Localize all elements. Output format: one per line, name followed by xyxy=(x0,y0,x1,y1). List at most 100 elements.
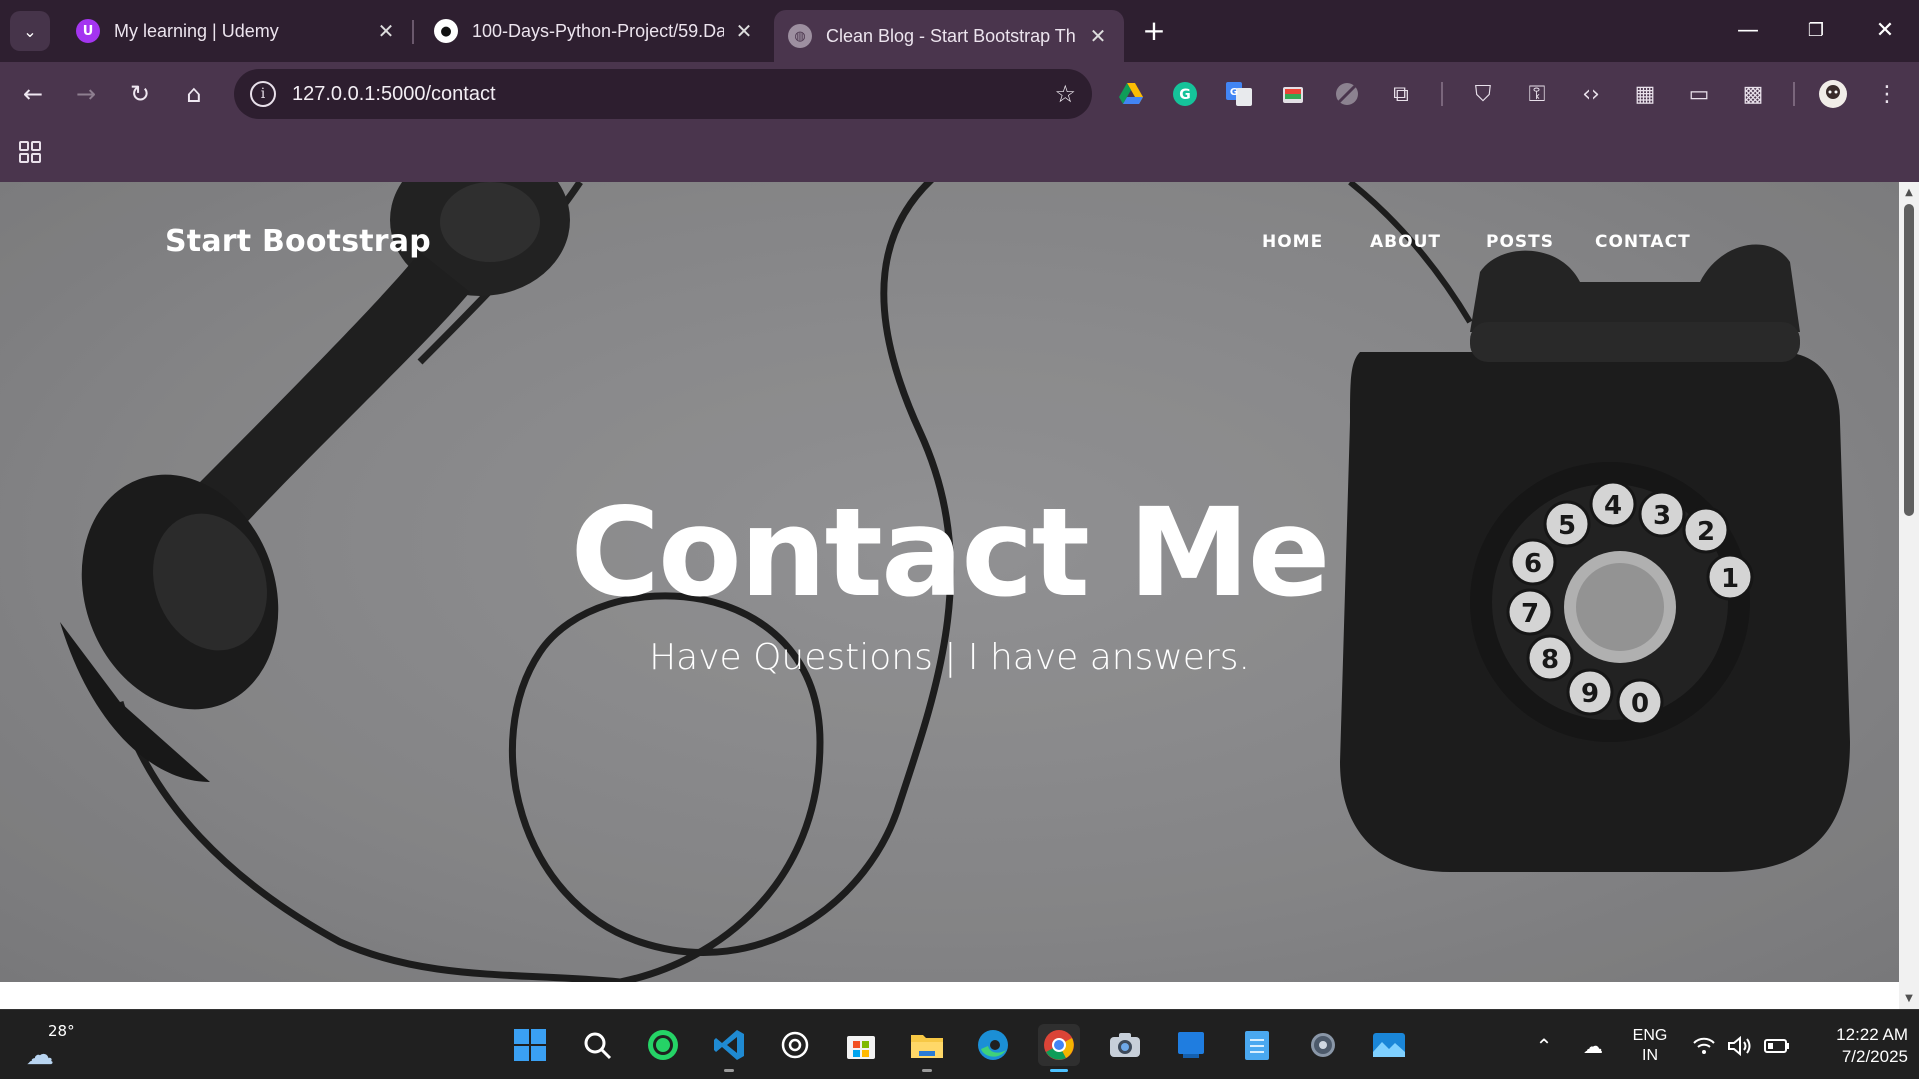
store-icon xyxy=(847,1036,875,1059)
scroll-up-arrow-icon[interactable]: ▲ xyxy=(1903,186,1915,198)
qr-code-icon[interactable]: ▩ xyxy=(1736,77,1770,111)
search-icon xyxy=(584,1032,612,1060)
taskbar-search-button[interactable] xyxy=(576,1024,618,1066)
home-icon: ⌂ xyxy=(186,80,202,108)
app-icon xyxy=(1178,1032,1204,1058)
wifi-icon[interactable] xyxy=(1690,1032,1718,1060)
language-code: ENG xyxy=(1632,1027,1668,1044)
arrow-left-icon: ← xyxy=(22,80,44,108)
extensions-puzzle-icon[interactable]: ⧉ xyxy=(1384,77,1418,111)
page-title: Contact Me xyxy=(570,482,1330,624)
language-indicator[interactable]: ENG IN xyxy=(1628,1026,1672,1066)
close-icon: ✕ xyxy=(1875,17,1895,43)
menu-kebab-icon[interactable]: ⋮ xyxy=(1870,77,1904,111)
password-key-icon[interactable]: ⚿ xyxy=(1520,77,1554,111)
start-icon xyxy=(514,1029,546,1061)
incognito-icon[interactable]: ⛉ xyxy=(1466,77,1500,111)
vscode-app[interactable] xyxy=(708,1024,750,1072)
whatsapp-app[interactable] xyxy=(642,1024,684,1066)
battery-icon[interactable] xyxy=(1762,1032,1792,1060)
home-button[interactable]: ⌂ xyxy=(176,76,212,112)
new-tab-button[interactable]: + xyxy=(1136,12,1172,48)
windows-taskbar: ☁ 28° ⌃ ☁ ENG IN 12:22 AM 7/2/2025 xyxy=(0,1009,1919,1079)
close-icon[interactable]: ✕ xyxy=(1086,24,1110,48)
chatgpt-app[interactable] xyxy=(774,1024,816,1066)
file-explorer-app[interactable] xyxy=(906,1024,948,1072)
system-clock[interactable]: 12:22 AM 7/2/2025 xyxy=(1808,1024,1908,1068)
chrome-icon xyxy=(1044,1030,1074,1060)
weather-widget[interactable]: ☁ 28° xyxy=(26,1022,75,1071)
nav-home-link[interactable]: HOME xyxy=(1262,232,1323,252)
apps-grid-icon[interactable] xyxy=(16,138,44,166)
brand-logo-link[interactable]: Start Bootstrap xyxy=(165,224,431,259)
tab-github[interactable]: ● 100-Days-Python-Project/59.Da ✕ xyxy=(420,10,770,52)
toolbar-separator xyxy=(1441,82,1443,106)
svg-text:G: G xyxy=(1230,87,1238,98)
tab-search-button[interactable]: ⌄ xyxy=(10,11,50,51)
blue-app[interactable] xyxy=(1170,1024,1212,1066)
back-button[interactable]: ← xyxy=(15,76,51,112)
close-icon[interactable]: ✕ xyxy=(374,19,398,43)
vscode-icon xyxy=(714,1030,744,1060)
running-indicator xyxy=(1050,1069,1068,1072)
tab-title: 100-Days-Python-Project/59.Da xyxy=(472,20,724,41)
svg-text:G: G xyxy=(1179,87,1191,103)
scroll-down-arrow-icon[interactable]: ▼ xyxy=(1903,992,1915,1004)
close-window-button[interactable]: ✕ xyxy=(1857,8,1913,52)
nav-contact-link[interactable]: CONTACT xyxy=(1595,232,1691,252)
toolbar-separator xyxy=(1793,82,1795,106)
settings-icon xyxy=(1311,1033,1335,1057)
show-hidden-icons-button[interactable]: ⌃ xyxy=(1532,1032,1556,1060)
globe-icon: ◍ xyxy=(788,24,812,48)
bookmark-star-icon[interactable]: ☆ xyxy=(1054,80,1076,108)
profile-avatar[interactable] xyxy=(1816,77,1850,111)
forward-button[interactable]: → xyxy=(68,76,104,112)
page-viewport: 432 156 789 0 Start Bootstrap HOME ABOUT… xyxy=(0,182,1899,1009)
page-scrollbar[interactable]: ▲ ▼ xyxy=(1899,182,1919,1009)
file-explorer-icon xyxy=(911,1035,943,1058)
address-bar[interactable]: i 127.0.0.1:5000/contact ☆ xyxy=(234,69,1092,119)
extension-icon[interactable] xyxy=(1276,77,1310,111)
restore-button[interactable]: ❐ xyxy=(1788,8,1844,52)
disabled-extension-icon[interactable] xyxy=(1330,77,1364,111)
photos-icon xyxy=(1373,1033,1405,1057)
tab-udemy[interactable]: U My learning | Udemy ✕ xyxy=(62,10,412,52)
edge-app[interactable] xyxy=(972,1024,1014,1066)
page-subtitle: Have Questions | I have answers. xyxy=(649,637,1250,678)
chrome-app[interactable] xyxy=(1038,1024,1080,1072)
layout-icon[interactable]: ▦ xyxy=(1628,77,1662,111)
url-text[interactable]: 127.0.0.1:5000/contact xyxy=(292,83,1054,106)
bookmarks-bar xyxy=(0,126,1919,182)
google-translate-icon[interactable]: G xyxy=(1222,77,1256,111)
google-drive-icon[interactable] xyxy=(1114,77,1148,111)
microsoft-store-app[interactable] xyxy=(840,1024,882,1066)
code-icon[interactable]: ‹› xyxy=(1574,77,1608,111)
minimize-icon: — xyxy=(1737,17,1759,43)
devices-icon[interactable]: ▭ xyxy=(1682,77,1716,111)
tab-strip: ⌄ U My learning | Udemy ✕ ● 100-Days-Pyt… xyxy=(0,0,1919,62)
start-button[interactable] xyxy=(509,1024,551,1066)
minimize-button[interactable]: — xyxy=(1720,8,1776,52)
scrollbar-thumb[interactable] xyxy=(1904,204,1914,516)
reload-button[interactable]: ↻ xyxy=(122,76,158,112)
weather-temperature: 28° xyxy=(48,1022,75,1040)
camera-app[interactable] xyxy=(1104,1024,1146,1066)
photos-app[interactable] xyxy=(1368,1024,1410,1066)
camera-icon xyxy=(1110,1033,1140,1057)
nav-about-link[interactable]: ABOUT xyxy=(1370,232,1441,252)
browser-toolbar: ← → ↻ ⌂ i 127.0.0.1:5000/contact ☆ G G ⧉… xyxy=(0,62,1919,126)
grammarly-icon[interactable]: G xyxy=(1168,77,1202,111)
tab-clean-blog[interactable]: ◍ Clean Blog - Start Bootstrap Th ✕ xyxy=(774,10,1124,62)
nav-posts-link[interactable]: POSTS xyxy=(1486,232,1554,252)
udemy-icon: U xyxy=(76,19,100,43)
tab-title: My learning | Udemy xyxy=(114,20,279,41)
site-info-icon[interactable]: i xyxy=(250,81,276,107)
reload-icon: ↻ xyxy=(129,80,151,108)
onedrive-icon[interactable]: ☁ xyxy=(1578,1032,1608,1060)
language-region: IN xyxy=(1642,1047,1658,1064)
tab-title: Clean Blog - Start Bootstrap Th xyxy=(826,25,1076,46)
volume-icon[interactable] xyxy=(1726,1032,1754,1060)
notepad-app[interactable] xyxy=(1236,1024,1278,1066)
close-icon[interactable]: ✕ xyxy=(732,19,756,43)
settings-app[interactable] xyxy=(1302,1024,1344,1066)
